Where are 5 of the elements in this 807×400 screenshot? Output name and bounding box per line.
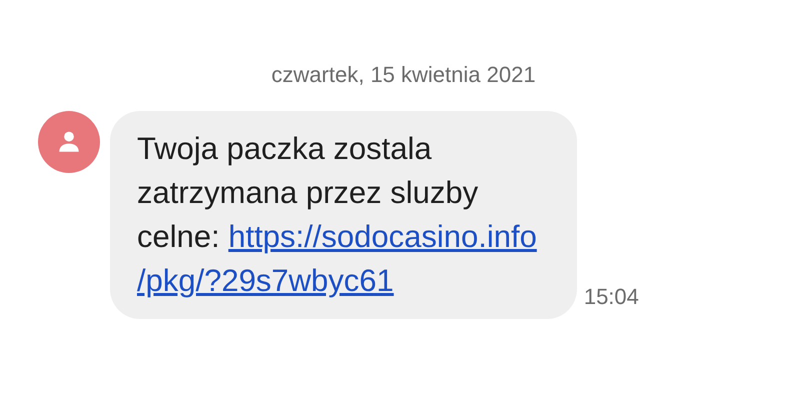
link[interactable]: https://sodocasino.info <box>228 219 537 254</box>
date-header: czwartek, 15 kwietnia 2021 <box>271 61 536 89</box>
link[interactable]: /pkg/?29s7wbyc61 <box>137 263 394 298</box>
message-text: Twoja paczka zostala zatrzymana przez sluzby celne: https://sodocasino.info /pkg/?29s7wbyc61 <box>137 130 537 300</box>
message-time: 15:04 <box>584 283 639 311</box>
